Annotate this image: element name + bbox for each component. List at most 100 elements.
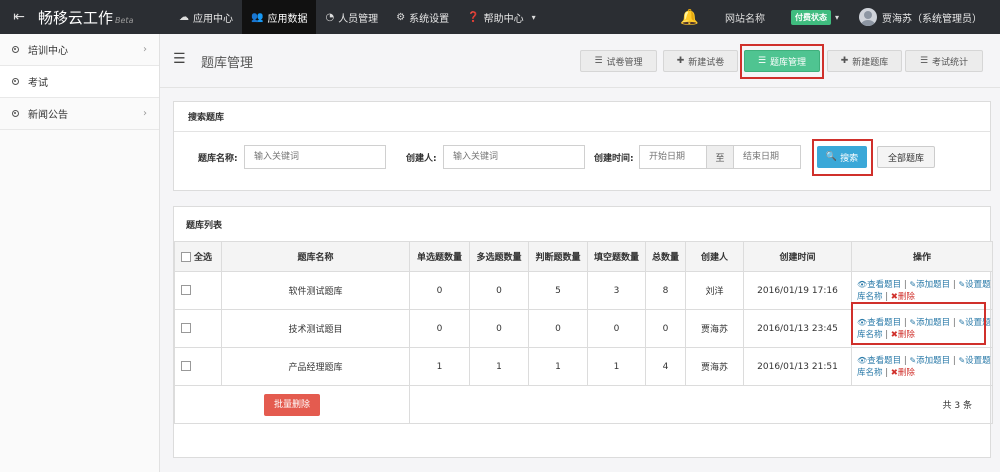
nav-app-center[interactable]: ☁ 应用中心 [170,0,242,34]
user-menu[interactable]: 贾海苏（系统管理员） [882,10,982,25]
separator: | [952,279,956,290]
paid-status-badge[interactable]: 付费状态 [790,9,831,25]
sidebar-item-exam[interactable]: 考试 [0,66,159,98]
multi-count-cell: 0 [469,309,529,348]
new-question-bank-button[interactable]: ✚ 新建题库 [827,50,902,72]
separator: | [903,355,907,366]
fill-count-cell: 1 [587,347,646,386]
total-count-cell: 4 [645,347,686,386]
chevron-down-icon: ▾ [531,12,536,22]
button-label: 试卷管理 [606,57,643,68]
site-name-link[interactable]: 网站名称 [725,10,765,25]
nav-help[interactable]: ❓ 帮助中心 ▾ [458,0,544,34]
bell-icon[interactable]: 🔔 [680,8,699,26]
total-count-text: 共 3 条 [942,401,972,411]
name-search-input[interactable] [244,145,386,169]
cloud-icon: ☁ [179,11,189,23]
search-panel: 搜索题库 题库名称: 创建人: 创建时间: 至 🔍 搜索 全部题库 [173,101,991,191]
creator-search-input[interactable] [443,145,585,169]
all-banks-button[interactable]: 全部题库 [877,146,935,168]
multi-count-cell: 1 [469,347,529,386]
sidebar-item-label: 新闻公告 [28,110,68,121]
plus-icon: ✚ [840,56,849,66]
avatar[interactable] [859,8,877,26]
nav-staff[interactable]: ◔ 人员管理 [316,0,387,34]
list-icon: ☰ [919,56,929,66]
top-navbar: ⇤ 畅移云工作 Beta ☁ 应用中心 👥 应用数据 ◔ 人员管理 ⚙ 系统设置… [0,0,1000,34]
nav-settings-label: 系统设置 [409,13,450,25]
column-header: 填空题数量 [587,241,646,272]
row-checkbox[interactable] [181,361,191,372]
top-right-area: 🔔 网站名称 付费状态 ▾ 贾海苏（系统管理员） [680,0,1000,34]
judge-count-cell: 1 [528,347,588,386]
column-header: 单选题数量 [409,241,470,272]
batch-delete-cell: 批量删除 [174,385,410,424]
table-row: 产品经理题库 1 1 1 1 4 贾海苏 2016/01/13 21:51 👁查… [174,347,993,386]
column-header: 判断题数量 [528,241,588,272]
view-questions-link[interactable]: 查看题目 [867,280,901,290]
fill-count-cell: 3 [587,271,646,310]
row-checkbox[interactable] [181,285,191,296]
dashboard-icon: ◔ [325,11,335,23]
circle-dot-icon [12,78,19,85]
search-panel-title: 搜索题库 [174,102,990,132]
separator: | [952,355,956,366]
judge-count-cell: 5 [528,271,588,310]
list-icon: ☰ [594,56,603,66]
highlight-box [812,139,873,176]
date-separator: 至 [706,145,734,169]
new-exam-paper-button[interactable]: ✚ 新建试卷 [663,50,738,72]
bank-name-cell: 产品经理题库 [221,347,410,386]
sidebar-item-training[interactable]: 培训中心 › [0,34,159,66]
brand-logo: 畅移云工作 Beta [38,7,170,28]
end-date-input[interactable] [733,145,801,169]
total-count-cell: 0 [645,309,686,348]
delete-link[interactable]: 删除 [898,292,915,302]
plus-icon: ✚ [676,56,685,66]
start-date-input[interactable] [639,145,707,169]
operations-cell: 👁查看题目 | ✎添加题目 | ✎设置题库名称 | ✖删除 [851,347,993,386]
add-questions-link[interactable]: 添加题目 [916,280,950,290]
row-select-cell [174,347,222,386]
nav-settings[interactable]: ⚙ 系统设置 [387,0,458,34]
chevron-right-icon: › [143,44,147,55]
list-icon: ☰ [173,51,186,67]
delete-link[interactable]: 删除 [898,368,915,378]
row-checkbox[interactable] [181,323,191,334]
brand-name: 畅移云工作 [38,8,114,27]
circle-dot-icon [12,46,19,53]
bank-list-panel: 题库列表 全选 题库名称 单选题数量 多选题数量 判断题数量 填空题数量 总数量… [173,206,993,458]
select-all-checkbox[interactable] [181,251,191,262]
created-time-cell: 2016/01/19 17:16 [743,271,852,310]
name-label: 题库名称: [198,154,238,164]
menu-toggle-icon[interactable]: ⇤ [0,0,38,34]
view-questions-link[interactable]: 查看题目 [867,356,901,366]
judge-count-cell: 0 [528,309,588,348]
chevron-down-icon[interactable]: ▾ [835,13,839,22]
bank-name-cell: 软件测试题库 [221,271,410,310]
single-count-cell: 0 [409,271,470,310]
select-all-header: 全选 [174,241,222,272]
eye-icon: 👁 [857,279,868,289]
column-header: 多选题数量 [469,241,529,272]
bank-list-title: 题库列表 [186,220,223,231]
sidebar: 培训中心 › 考试 新闻公告 › [0,34,160,472]
delete-icon: ✖ [890,367,898,378]
add-questions-link[interactable]: 添加题目 [916,356,950,366]
multi-count-cell: 0 [469,271,529,310]
batch-delete-button[interactable]: 批量删除 [264,393,320,416]
nav-staff-label: 人员管理 [338,13,379,25]
fill-count-cell: 0 [587,309,646,348]
single-count-cell: 0 [409,309,470,348]
creator-cell: 贾海苏 [685,347,744,386]
single-count-cell: 1 [409,347,470,386]
brand-beta: Beta [115,15,134,25]
nav-app-data[interactable]: 👥 应用数据 [242,0,317,34]
column-header: 创建人 [685,241,744,272]
sidebar-item-news[interactable]: 新闻公告 › [0,98,159,130]
exam-statistics-button[interactable]: ☰ 考试统计 [905,50,983,72]
nav-app-center-label: 应用中心 [193,13,233,25]
column-header: 总数量 [645,241,686,272]
column-header: 操作 [851,241,993,272]
exam-paper-manage-button[interactable]: ☰ 试卷管理 [580,50,657,72]
